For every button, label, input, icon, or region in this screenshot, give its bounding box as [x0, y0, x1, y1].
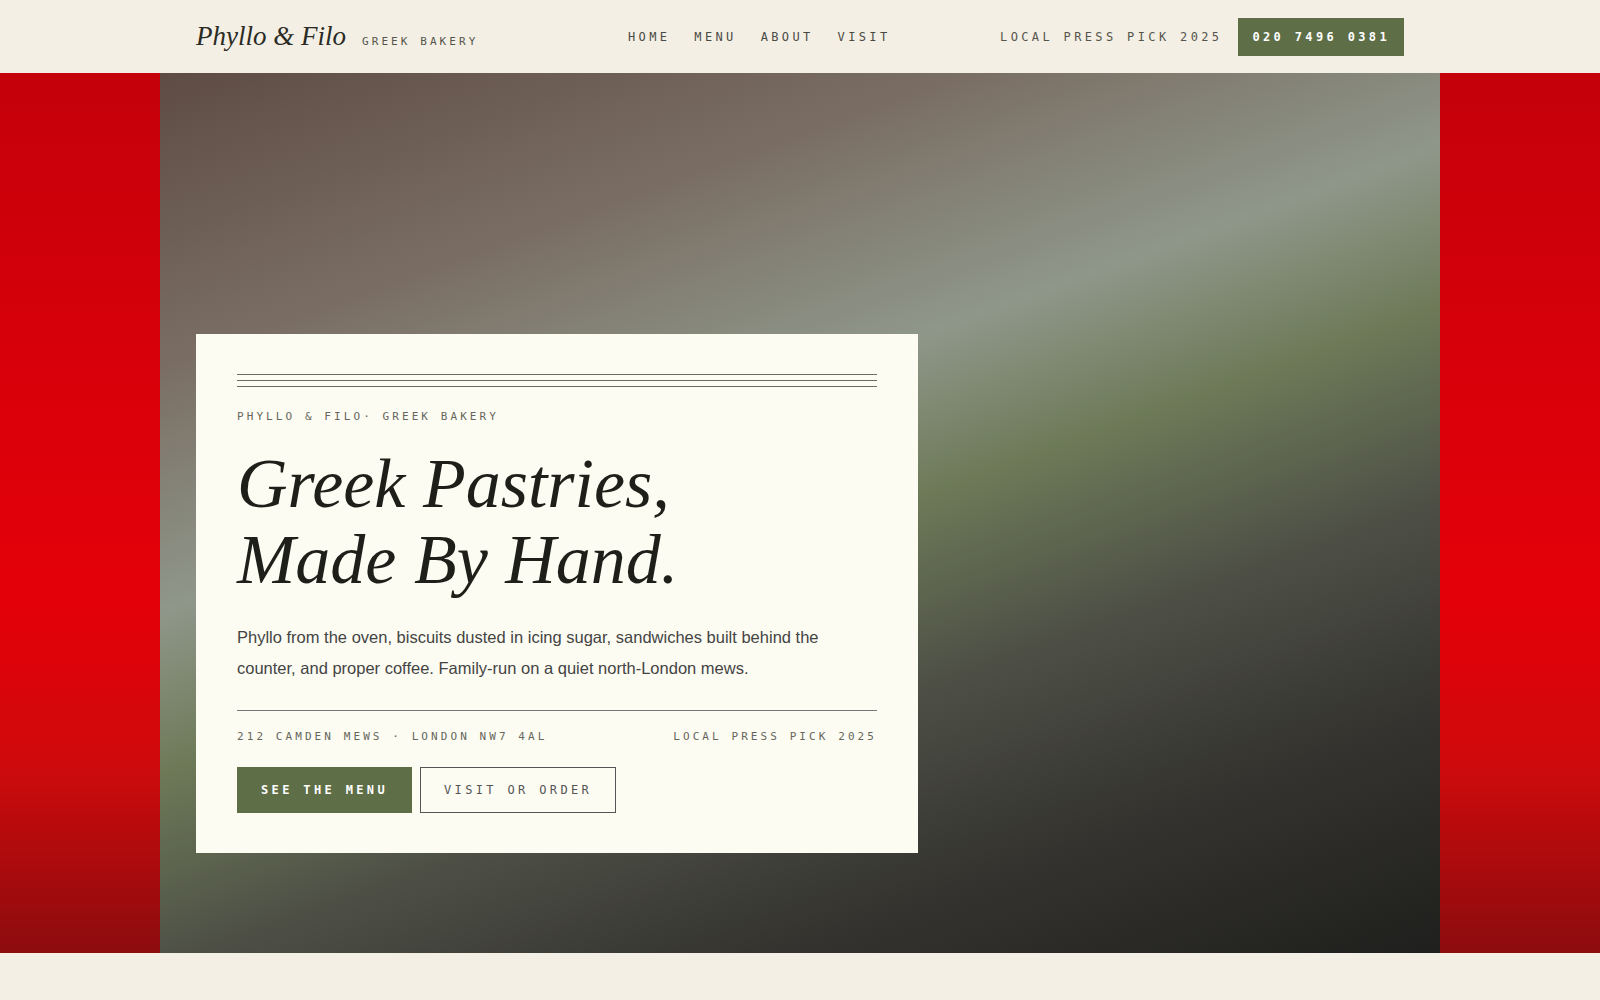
header-actions: LOCAL PRESS PICK 2025 020 7496 0381 [1000, 18, 1404, 56]
nav-link[interactable]: HOME [628, 28, 670, 46]
hero-meta: 212 CAMDEN MEWS · LONDON NW7 4AL LOCAL PR… [237, 729, 877, 746]
phone-button[interactable]: 020 7496 0381 [1238, 18, 1404, 56]
rule-line [237, 386, 877, 387]
rule-line [237, 374, 877, 375]
rule-line [237, 380, 877, 381]
brand-name[interactable]: Phyllo & Filo [196, 22, 346, 52]
hero-card: PHYLLO & FILO· GREEK BAKERY Greek Pastrie… [196, 334, 918, 853]
site-header: Phyllo & Filo GREEK BAKERY HOME MENU ABOUT VI… [0, 0, 1600, 73]
nav-link[interactable]: MENU [694, 28, 736, 46]
press-badge: LOCAL PRESS PICK 2025 [1000, 28, 1222, 46]
address: 212 CAMDEN MEWS · LONDON NW7 4AL [237, 729, 547, 746]
visit-button[interactable]: VISIT OR ORDER [420, 767, 616, 813]
menu-button[interactable]: SEE THE MENU [237, 767, 412, 813]
press-badge: LOCAL PRESS PICK 2025 [673, 729, 877, 746]
decorative-rules [237, 374, 877, 387]
title-line: Greek Pastries, [237, 446, 877, 522]
header-bar: Phyllo & Filo GREEK BAKERY HOME MENU ABOUT VI… [196, 0, 1404, 73]
page-footer-strip [0, 953, 1600, 1000]
hero-buttons: SEE THE MENUVISIT OR ORDER [237, 767, 877, 813]
hero-photo: PHYLLO & FILO· GREEK BAKERY Greek Pastrie… [160, 73, 1440, 953]
main-nav: HOME MENU ABOUT VISIT [628, 28, 891, 46]
hero-body: Phyllo from the oven, biscuits dusted in… [237, 622, 877, 684]
brand[interactable]: Phyllo & Filo GREEK BAKERY [196, 22, 478, 52]
divider [237, 710, 877, 711]
nav-link[interactable]: ABOUT [761, 28, 814, 46]
hero: PHYLLO & FILO· GREEK BAKERY Greek Pastrie… [0, 73, 1600, 953]
nav-link[interactable]: VISIT [838, 28, 891, 46]
hero-title: Greek Pastries,Made By Hand. [237, 446, 877, 598]
hero-eyebrow: PHYLLO & FILO· GREEK BAKERY [237, 409, 877, 426]
title-line: Made By Hand. [237, 522, 877, 598]
brand-tagline: GREEK BAKERY [362, 34, 478, 51]
